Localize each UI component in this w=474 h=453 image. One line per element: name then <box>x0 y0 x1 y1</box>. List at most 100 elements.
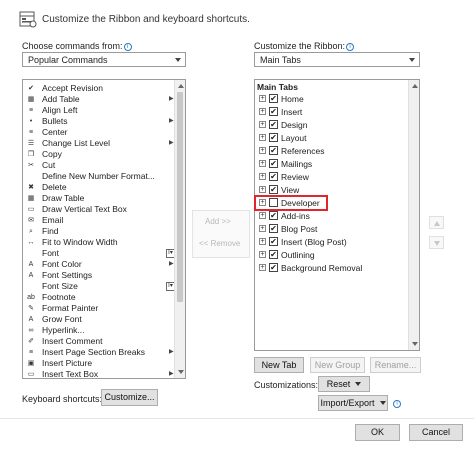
command-item[interactable]: ✂ Cut <box>23 160 185 171</box>
tab-checkbox[interactable]: ✔ <box>269 250 278 259</box>
command-label: Font <box>42 248 60 258</box>
tab-checkbox[interactable]: ✔ <box>269 172 278 181</box>
tab-checkbox[interactable]: ✔ <box>269 237 278 246</box>
command-item[interactable]: ▭ Insert Text Box ▶ <box>23 369 185 378</box>
info-icon[interactable]: i <box>393 400 401 408</box>
command-item[interactable]: ✉ Email <box>23 215 185 226</box>
scroll-down-icon[interactable] <box>412 342 418 346</box>
command-item[interactable]: ☰ Change List Level ▶ <box>23 138 185 149</box>
command-item[interactable]: ≡ Insert Page Section Breaks ▶ <box>23 347 185 358</box>
ribbon-tab-item[interactable]: + ✔ Blog Post <box>259 223 407 235</box>
move-down-button[interactable] <box>429 236 444 249</box>
expand-icon[interactable]: + <box>259 95 266 102</box>
remove-button[interactable]: << Remove <box>199 239 240 248</box>
expand-icon[interactable]: + <box>259 212 266 219</box>
ribbon-tab-item[interactable]: + ✔ Home <box>259 93 407 105</box>
cancel-button[interactable]: Cancel <box>409 424 463 441</box>
expand-icon[interactable]: + <box>259 251 266 258</box>
tab-checkbox[interactable]: ✔ <box>269 146 278 155</box>
expand-icon[interactable]: + <box>259 147 266 154</box>
tab-checkbox[interactable]: ✔ <box>269 94 278 103</box>
import-export-button[interactable]: Import/Export <box>318 395 388 411</box>
ribbon-tab-item[interactable]: + ✔ Background Removal <box>259 262 407 274</box>
command-item[interactable]: A Grow Font <box>23 314 185 325</box>
ribbon-tab-item[interactable]: + ✔ Insert (Blog Post) <box>259 236 407 248</box>
tab-checkbox[interactable]: ✔ <box>269 224 278 233</box>
ribbon-tab-item[interactable]: + ✔ Insert <box>259 106 407 118</box>
new-group-button[interactable]: New Group <box>310 357 365 373</box>
command-item[interactable]: A Font Settings <box>23 270 185 281</box>
reset-button[interactable]: Reset <box>318 376 370 392</box>
add-remove-panel: Add >> << Remove <box>192 210 250 258</box>
command-item[interactable]: ▣ Insert Picture <box>23 358 185 369</box>
new-tab-button[interactable]: New Tab <box>254 357 304 373</box>
ribbon-tab-item[interactable]: + ✔ Outlining <box>259 249 407 261</box>
move-up-button[interactable] <box>429 216 444 229</box>
tab-checkbox[interactable]: ✔ <box>269 211 278 220</box>
command-item[interactable]: Font Size I▾ <box>23 281 185 292</box>
commands-list[interactable]: ✔ Accept Revision ▦ Add Table ▶ ≡ Align Left • B… <box>22 79 186 379</box>
customize-shortcuts-button[interactable]: Customize... <box>101 389 158 406</box>
command-item[interactable]: ≡ Center <box>23 127 185 138</box>
tabs-scrollbar[interactable] <box>408 80 419 350</box>
command-item[interactable]: ≡ Align Left <box>23 105 185 116</box>
command-label: Insert Comment <box>42 336 103 346</box>
command-item[interactable]: ∞ Hyperlink... <box>23 325 185 336</box>
scroll-up-icon[interactable] <box>412 84 418 88</box>
command-item[interactable]: ✐ Insert Comment <box>23 336 185 347</box>
command-item[interactable]: ab Footnote <box>23 292 185 303</box>
command-item[interactable]: ▦ Draw Table <box>23 193 185 204</box>
command-item[interactable]: ▦ Add Table ▶ <box>23 94 185 105</box>
scroll-thumb[interactable] <box>177 92 183 302</box>
command-item[interactable]: A Font Color ▶ <box>23 259 185 270</box>
expand-icon[interactable]: + <box>259 134 266 141</box>
expand-icon[interactable]: + <box>259 160 266 167</box>
expand-icon[interactable]: + <box>259 225 266 232</box>
command-item[interactable]: ✖ Delete <box>23 182 185 193</box>
tab-checkbox[interactable]: ✔ <box>269 107 278 116</box>
tab-checkbox[interactable]: ✔ <box>269 263 278 272</box>
tab-checkbox[interactable]: ✔ <box>269 120 278 129</box>
format-painter-icon: ✎ <box>28 305 34 312</box>
customize-ribbon-dropdown[interactable]: Main Tabs <box>254 52 420 67</box>
tab-checkbox[interactable]: ✔ <box>269 159 278 168</box>
ribbon-tab-item[interactable]: + ✔ Review <box>259 171 407 183</box>
command-item[interactable]: ✔ Accept Revision <box>23 83 185 94</box>
command-item[interactable]: ↔ Fit to Window Width <box>23 237 185 248</box>
fit-width-icon: ↔ <box>27 239 35 246</box>
scroll-up-icon[interactable] <box>178 84 184 88</box>
choose-commands-dropdown[interactable]: Popular Commands <box>22 52 186 67</box>
expand-icon[interactable]: + <box>259 186 266 193</box>
ribbon-tab-item[interactable]: + ✔ Layout <box>259 132 407 144</box>
expand-icon[interactable]: + <box>259 264 266 271</box>
expand-icon[interactable]: + <box>259 108 266 115</box>
tab-checkbox[interactable]: ✔ <box>269 185 278 194</box>
rename-button[interactable]: Rename... <box>370 357 421 373</box>
command-item[interactable]: ❐ Copy <box>23 149 185 160</box>
ribbon-tab-item[interactable]: + ✔ Mailings <box>259 158 407 170</box>
ribbon-tabs-tree[interactable]: Main Tabs + ✔ Home + ✔ Insert + ✔ Design + ✔ Layout… <box>254 79 420 351</box>
ribbon-tab-item[interactable]: + ✔ Add-ins <box>259 210 407 222</box>
commands-scrollbar[interactable] <box>174 80 185 378</box>
command-item[interactable]: Define New Number Format... <box>23 171 185 182</box>
ribbon-tab-label: Insert (Blog Post) <box>281 237 347 247</box>
customize-ribbon-value: Main Tabs <box>260 55 301 65</box>
expand-icon[interactable]: + <box>259 121 266 128</box>
command-item[interactable]: Font I▾ <box>23 248 185 259</box>
ribbon-tab-item[interactable]: + ✔ Design <box>259 119 407 131</box>
customize-ribbon-label-text: Customize the Ribbon: <box>254 41 346 51</box>
command-item[interactable]: ⌕ Find <box>23 226 185 237</box>
ok-button[interactable]: OK <box>355 424 400 441</box>
info-icon[interactable]: i <box>346 43 355 51</box>
command-item[interactable]: ✎ Format Painter <box>23 303 185 314</box>
expand-icon[interactable]: + <box>259 238 266 245</box>
ribbon-tab-item[interactable]: + ✔ References <box>259 145 407 157</box>
info-icon[interactable]: i <box>123 43 132 51</box>
bullets-icon: • <box>29 118 33 125</box>
expand-icon[interactable]: + <box>259 173 266 180</box>
command-item[interactable]: ▭ Draw Vertical Text Box <box>23 204 185 215</box>
add-button[interactable]: Add >> <box>205 217 231 226</box>
tab-checkbox[interactable]: ✔ <box>269 133 278 142</box>
command-item[interactable]: • Bullets ▶ <box>23 116 185 127</box>
scroll-down-icon[interactable] <box>178 370 184 374</box>
